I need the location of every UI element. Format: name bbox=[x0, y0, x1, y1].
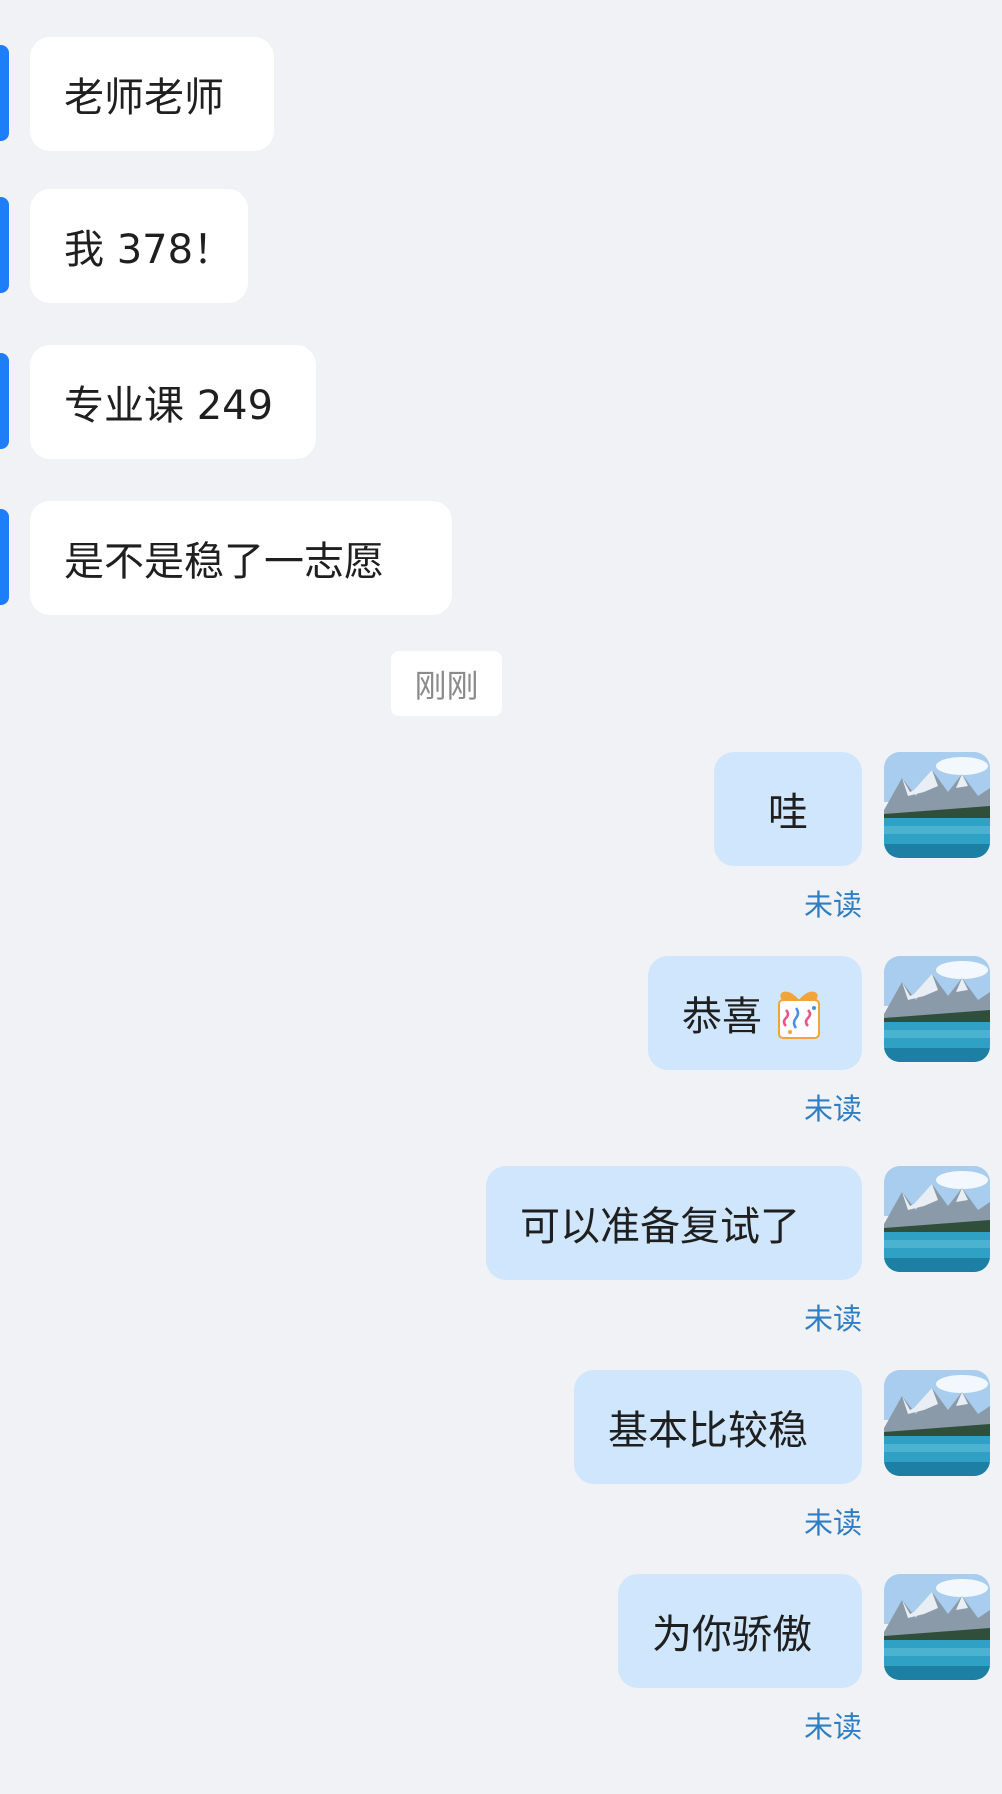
message-bubble-outgoing[interactable]: 可以准备复试了 bbox=[486, 1166, 862, 1280]
mountain-lake-avatar-image bbox=[884, 752, 990, 858]
chat-conversation: 老师老师 我 378！ 专业课 249 是不是稳了一志愿 刚刚 哇 未读 恭喜 … bbox=[0, 0, 1002, 1794]
gift-icon bbox=[770, 984, 828, 1042]
user-avatar[interactable] bbox=[884, 1574, 990, 1680]
mountain-lake-avatar-image bbox=[884, 1370, 990, 1476]
unread-status: 未读 bbox=[803, 1302, 862, 1336]
message-text: 基本比较稳 bbox=[608, 1408, 808, 1454]
mountain-lake-avatar-image bbox=[884, 1166, 990, 1272]
message-text: 专业课 249 bbox=[64, 383, 274, 429]
sender-avatar[interactable] bbox=[0, 353, 9, 449]
message-row-outgoing: 可以准备复试了 未读 bbox=[0, 1166, 1002, 1366]
message-row-outgoing: 哇 未读 bbox=[0, 752, 1002, 952]
message-bubble-outgoing[interactable]: 为你骄傲 bbox=[618, 1574, 862, 1688]
message-text: 恭喜 bbox=[682, 994, 762, 1040]
message-bubble-outgoing[interactable]: 基本比较稳 bbox=[574, 1370, 862, 1484]
message-row-outgoing: 为你骄傲 未读 bbox=[0, 1574, 1002, 1774]
message-bubble-outgoing[interactable]: 恭喜 bbox=[648, 956, 862, 1070]
timestamp: 刚刚 bbox=[391, 651, 502, 716]
user-avatar[interactable] bbox=[884, 752, 990, 858]
unread-status: 未读 bbox=[803, 1710, 862, 1744]
user-avatar[interactable] bbox=[884, 1370, 990, 1476]
message-row-outgoing: 基本比较稳 未读 bbox=[0, 1370, 1002, 1570]
sender-avatar[interactable] bbox=[0, 45, 9, 141]
message-text: 为你骄傲 bbox=[652, 1612, 812, 1658]
message-text: 我 378！ bbox=[64, 227, 234, 273]
user-avatar[interactable] bbox=[884, 1166, 990, 1272]
message-bubble-incoming[interactable]: 是不是稳了一志愿 bbox=[30, 501, 452, 615]
mountain-lake-avatar-image bbox=[884, 1574, 990, 1680]
message-bubble-incoming[interactable]: 专业课 249 bbox=[30, 345, 316, 459]
sender-avatar[interactable] bbox=[0, 509, 9, 605]
message-text: 老师老师 bbox=[64, 75, 224, 121]
message-text: 可以准备复试了 bbox=[520, 1204, 800, 1250]
message-text: 哇 bbox=[768, 790, 808, 836]
user-avatar[interactable] bbox=[884, 956, 990, 1062]
unread-status: 未读 bbox=[803, 1506, 862, 1540]
message-bubble-incoming[interactable]: 老师老师 bbox=[30, 37, 274, 151]
message-bubble-incoming[interactable]: 我 378！ bbox=[30, 189, 248, 303]
unread-status: 未读 bbox=[803, 1092, 862, 1126]
message-text: 是不是稳了一志愿 bbox=[64, 539, 384, 585]
sender-avatar[interactable] bbox=[0, 197, 9, 293]
message-row-outgoing: 恭喜 未读 bbox=[0, 956, 1002, 1156]
mountain-lake-avatar-image bbox=[884, 956, 990, 1062]
message-bubble-outgoing[interactable]: 哇 bbox=[714, 752, 862, 866]
unread-status: 未读 bbox=[803, 888, 862, 922]
